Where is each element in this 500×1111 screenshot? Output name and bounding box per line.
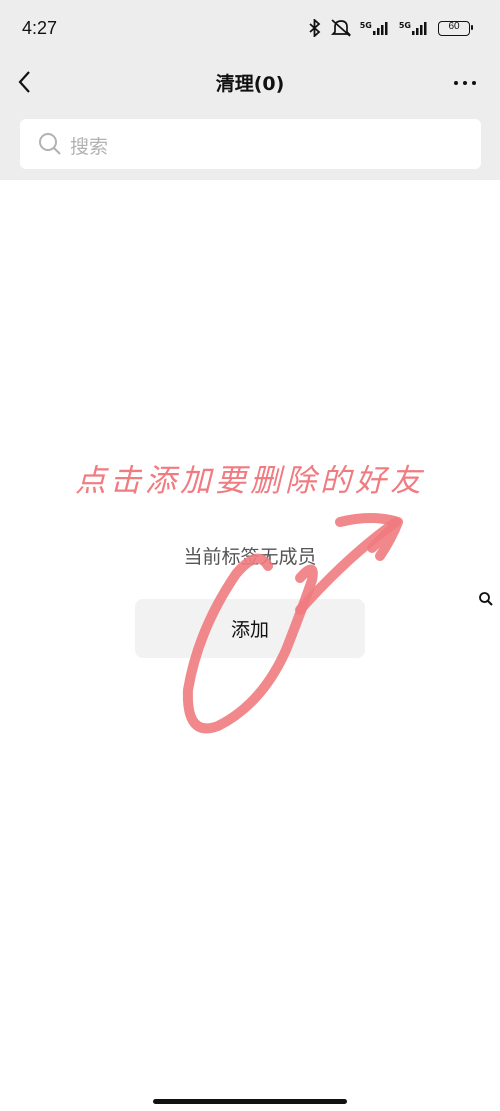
signal-2-label: 5G bbox=[398, 21, 411, 30]
search-input[interactable]: 搜索 bbox=[20, 119, 481, 169]
annotation-text: 点击添加要删除的好友 bbox=[75, 463, 425, 499]
bluetooth-icon bbox=[309, 19, 321, 37]
signal-2: 5G bbox=[399, 21, 430, 35]
home-indicator[interactable] bbox=[153, 1099, 347, 1104]
signal-bars-icon bbox=[412, 22, 427, 35]
status-bar: 4:27 5G 5G 60 bbox=[0, 0, 500, 58]
add-button[interactable]: 添加 bbox=[135, 599, 365, 658]
page-title: 清理(0) bbox=[215, 73, 285, 95]
search-placeholder: 搜索 bbox=[70, 136, 109, 158]
search-area: 搜索 bbox=[0, 108, 500, 180]
more-dots-icon bbox=[454, 81, 458, 85]
signal-1: 5G bbox=[360, 21, 391, 35]
status-icons: 5G 5G 60 bbox=[308, 16, 473, 40]
signal-bars-icon bbox=[372, 22, 388, 35]
mute-bell-icon bbox=[330, 19, 351, 37]
battery-icon: 60 bbox=[438, 20, 473, 36]
floating-zoom-icon[interactable] bbox=[477, 590, 495, 608]
more-button[interactable] bbox=[450, 68, 480, 98]
battery-level: 60 bbox=[448, 20, 460, 32]
nav-bar: 清理(0) bbox=[0, 58, 500, 108]
search-icon bbox=[39, 133, 61, 155]
empty-message: 当前标签无成员 bbox=[183, 546, 317, 568]
status-time: 4:27 bbox=[22, 18, 58, 38]
signal-1-label: 5G bbox=[359, 21, 372, 30]
